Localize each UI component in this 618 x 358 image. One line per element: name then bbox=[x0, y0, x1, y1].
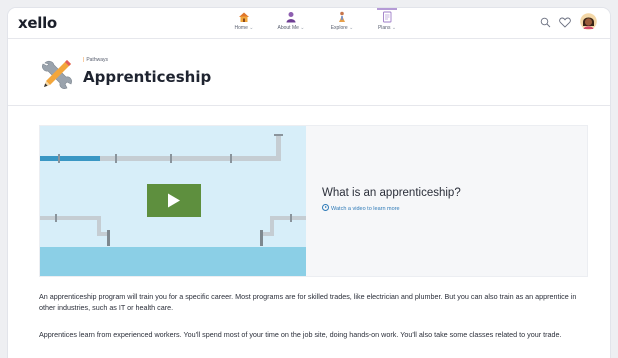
play-circle-icon bbox=[322, 204, 329, 211]
page-title: Apprenticeship bbox=[83, 68, 212, 86]
xello-logo[interactable]: xello bbox=[18, 14, 57, 32]
nav-about-me-label: About Me bbox=[277, 25, 299, 31]
chevron-down-icon: ⌄ bbox=[300, 25, 305, 31]
search-icon[interactable] bbox=[540, 17, 551, 28]
play-button[interactable] bbox=[147, 184, 201, 217]
home-icon bbox=[239, 12, 249, 22]
chevron-down-icon: ⌄ bbox=[391, 25, 397, 31]
nav-active-indicator bbox=[377, 8, 397, 10]
plans-icon bbox=[383, 11, 392, 23]
watch-video-link[interactable]: Watch a video to learn more bbox=[322, 204, 400, 212]
page-header: | Pathways Apprenticeship bbox=[8, 39, 610, 106]
video-card: What is an apprenticeship? Watch a video… bbox=[39, 125, 588, 277]
top-nav: xello Home ⌄ About Me ⌄ Explore ⌄ Plans … bbox=[8, 8, 610, 39]
nav-home[interactable]: Home ⌄ bbox=[224, 11, 264, 31]
nav-right-tools bbox=[540, 13, 600, 31]
nav-explore[interactable]: Explore ⌄ bbox=[322, 11, 362, 31]
heart-icon[interactable] bbox=[559, 17, 571, 28]
intro-paragraph: An apprenticeship program will train you… bbox=[39, 292, 577, 312]
app-window: xello Home ⌄ About Me ⌄ Explore ⌄ Plans … bbox=[8, 8, 610, 358]
details-paragraph: Apprentices learn from experienced worke… bbox=[39, 330, 562, 339]
play-icon bbox=[168, 193, 180, 208]
video-title: What is an apprenticeship? bbox=[322, 187, 461, 199]
nav-plans-label: Plans bbox=[377, 25, 391, 31]
nav-explore-label: Explore bbox=[330, 25, 348, 31]
person-icon bbox=[286, 12, 296, 23]
breadcrumb[interactable]: | Pathways bbox=[83, 57, 108, 63]
nav-home-label: Home bbox=[234, 25, 248, 31]
tools-icon bbox=[42, 60, 72, 89]
avatar[interactable] bbox=[580, 13, 597, 30]
nav-about-me[interactable]: About Me ⌄ bbox=[271, 11, 311, 31]
breadcrumb-label: Pathways bbox=[86, 57, 108, 63]
nav-plans[interactable]: Plans ⌄ bbox=[367, 11, 407, 31]
explore-icon bbox=[339, 11, 345, 22]
video-thumbnail[interactable] bbox=[40, 126, 306, 276]
watch-video-link-label: Watch a video to learn more bbox=[331, 206, 400, 212]
chevron-down-icon: ⌄ bbox=[249, 25, 254, 31]
chevron-down-icon: ⌄ bbox=[349, 25, 354, 31]
